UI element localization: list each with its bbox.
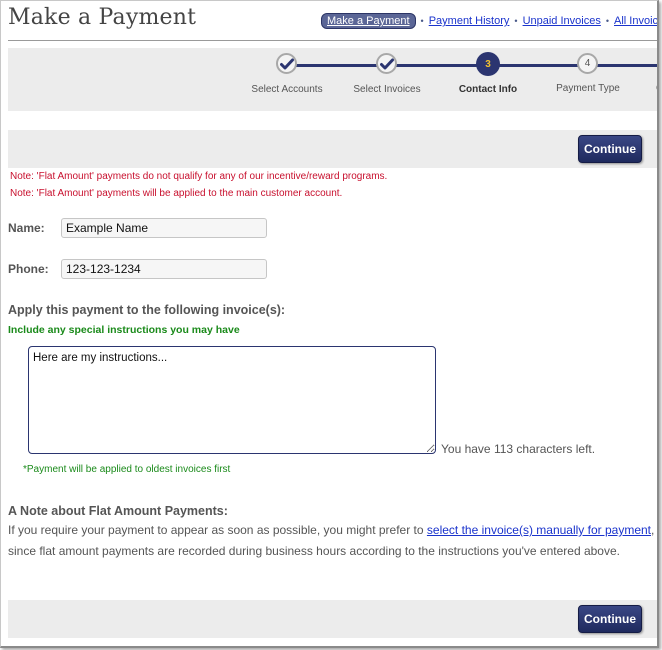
top-navigation: Make a Payment • Payment History • Unpaid In… [321,13,657,29]
flat-note-text-before: If you require your payment to appear as… [8,523,427,537]
nav-separator: • [605,16,609,26]
nav-all-invoices[interactable]: All Invoic [614,15,657,27]
nav-make-a-payment[interactable]: Make a Payment [321,13,416,29]
select-invoices-manually-link[interactable]: select the invoice(s) manually for payme… [427,523,651,537]
nav-separator: • [514,16,518,26]
continue-button-bottom[interactable]: Continue [578,605,642,633]
step-connector-line [288,64,657,67]
flat-note-paragraph: If you require your payment to appear as… [8,520,657,562]
page-title: Make a Payment [8,5,197,30]
step-3-marker: 3 [476,52,500,76]
nav-separator: • [420,16,424,26]
instructions-textarea[interactable]: Here are my instructions... [28,346,436,454]
top-action-bar: Continue [8,130,657,168]
name-input[interactable] [61,218,267,238]
title-divider [8,40,657,41]
payment-window: Make a Payment Make a Payment • Payment Hi… [0,0,659,648]
step-5-label: Co [656,83,657,94]
continue-button-top[interactable]: Continue [578,135,642,163]
nav-payment-history[interactable]: Payment History [429,15,510,27]
step-4-label: Payment Type [556,83,620,94]
flat-note-heading: A Note about Flat Amount Payments: [8,504,228,518]
flat-amount-note-1: Note: 'Flat Amount' payments do not qual… [10,171,388,182]
name-label: Name: [8,221,45,235]
step-2-label: Select Invoices [353,84,421,95]
phone-input[interactable] [61,259,267,279]
instructions-hint: Include any special instructions you may… [8,324,240,336]
step-3-label: Contact Info [458,84,518,95]
step-1-label: Select Accounts [251,84,323,95]
characters-left-counter: You have 113 characters left. [441,442,596,456]
apply-invoices-heading: Apply this payment to the following invo… [8,303,286,317]
step-4-marker: 4 [577,53,598,74]
phone-label: Phone: [8,262,49,276]
nav-unpaid-invoices[interactable]: Unpaid Invoices [523,15,601,27]
step-2-check-icon [376,53,397,74]
oldest-invoices-note: *Payment will be applied to oldest invoi… [23,464,231,475]
bottom-action-bar: Continue [8,600,657,638]
progress-steps: Select Accounts Select Invoices 3 Contac… [8,48,657,111]
flat-amount-note-2: Note: 'Flat Amount' payments will be app… [10,188,343,199]
step-1-check-icon [276,53,297,74]
